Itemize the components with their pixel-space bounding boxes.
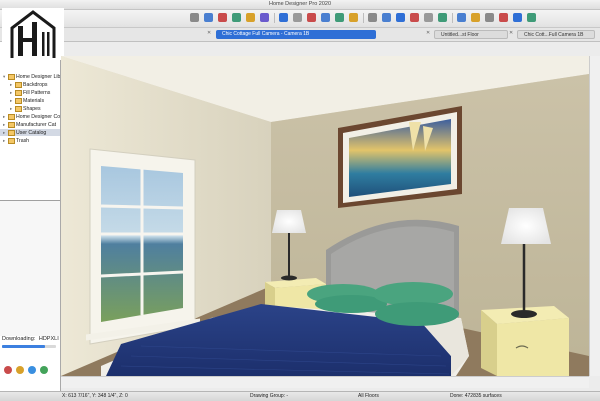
library-item-label: Manufacturer Cat xyxy=(16,122,57,128)
download-status: Downloading: HDPXLI xyxy=(2,336,59,342)
tab-untitled-floor[interactable]: Untitled...st Floor xyxy=(434,30,508,39)
door-icon[interactable] xyxy=(513,13,522,22)
horizontal-scrollbar[interactable] xyxy=(61,376,589,388)
library-item[interactable]: ▸ Home Designer Co xyxy=(0,113,61,120)
library-item-label: Backdrops xyxy=(23,82,48,88)
help-icon[interactable] xyxy=(307,13,316,22)
library-item[interactable]: ▸ Fill Patterns xyxy=(0,89,60,96)
wall-icon[interactable] xyxy=(499,13,508,22)
download-label: Downloading: xyxy=(2,336,36,342)
library-item[interactable]: ▸ Shapes xyxy=(0,105,60,112)
wall-icon[interactable] xyxy=(368,13,377,22)
refresh-icon[interactable] xyxy=(40,366,48,374)
library-item-label: Trash xyxy=(16,138,30,144)
library-item-label: Home Designer Co xyxy=(16,114,61,120)
document-tab-bar: Chic Cottage Full Camera - Camera 1B ✕ U… xyxy=(0,28,600,42)
library-item[interactable]: ▸ Materials xyxy=(0,97,60,104)
close-tab-icon[interactable]: ✕ xyxy=(509,30,513,36)
main-toolbar xyxy=(0,10,600,28)
zoom-icon[interactable] xyxy=(293,13,302,22)
camera-icon[interactable] xyxy=(410,13,419,22)
folder-icon xyxy=(15,105,22,112)
toolbar-separator xyxy=(363,13,364,23)
folder-icon xyxy=(8,121,15,128)
tab-chic-cottage-full[interactable]: Chic Cott...Full Camera 1B xyxy=(517,30,595,39)
window-icon[interactable] xyxy=(396,13,405,22)
folder-icon xyxy=(8,129,15,136)
window xyxy=(86,148,200,345)
vertical-scrollbar[interactable] xyxy=(589,56,600,376)
library-item-label: Home Designer Lib xyxy=(16,74,61,80)
help-icon[interactable] xyxy=(438,13,447,22)
search-icon[interactable] xyxy=(28,366,36,374)
select-icon[interactable] xyxy=(218,13,227,22)
library-item[interactable]: ▾ Home Designer Lib xyxy=(0,73,61,80)
close-tab-icon[interactable]: ✕ xyxy=(426,30,430,36)
folder-icon xyxy=(8,113,15,120)
undo-icon[interactable] xyxy=(457,13,466,22)
folder-icon xyxy=(15,97,22,104)
undo-icon[interactable] xyxy=(321,13,330,22)
window-title: Home Designer Pro 2020 xyxy=(268,1,332,7)
library-item[interactable]: ▸ Backdrops xyxy=(0,81,60,88)
pause-icon[interactable] xyxy=(16,366,24,374)
brand-logo xyxy=(2,8,64,60)
download-value: HDPXLI xyxy=(38,336,59,342)
door-icon[interactable] xyxy=(246,13,255,22)
select-icon[interactable] xyxy=(349,13,358,22)
wall-icon[interactable] xyxy=(232,13,241,22)
tab-chic-cottage-camera[interactable]: Chic Cottage Full Camera - Camera 1B xyxy=(216,30,376,39)
door-icon[interactable] xyxy=(382,13,391,22)
library-item-label: User Catalog xyxy=(16,130,47,136)
redo-icon[interactable] xyxy=(204,13,213,22)
library-item-label: Shapes xyxy=(23,106,41,112)
redo-icon[interactable] xyxy=(335,13,344,22)
camera-icon[interactable] xyxy=(279,13,288,22)
library-item-label: Materials xyxy=(23,98,45,104)
library-item[interactable]: ▸ Trash xyxy=(0,137,60,144)
window-title-bar: Home Designer Pro 2020 xyxy=(0,0,600,10)
3d-camera-view[interactable] xyxy=(61,56,589,376)
toolbar-separator xyxy=(274,13,275,23)
select-icon[interactable] xyxy=(485,13,494,22)
folder-icon xyxy=(8,137,15,144)
toolbar-separator xyxy=(452,13,453,23)
window-icon[interactable] xyxy=(260,13,269,22)
zoom-icon[interactable] xyxy=(424,13,433,22)
library-item[interactable]: ▸ User Catalog xyxy=(0,129,60,136)
window-icon[interactable] xyxy=(527,13,536,22)
folder-icon xyxy=(15,89,22,96)
undo-icon[interactable] xyxy=(190,13,199,22)
library-preview-area xyxy=(0,201,60,336)
library-item[interactable]: ▸ Manufacturer Cat xyxy=(0,121,60,128)
stop-icon[interactable] xyxy=(4,366,12,374)
redo-icon[interactable] xyxy=(471,13,480,22)
download-progress-fill xyxy=(2,345,46,348)
close-tab-icon[interactable]: ✕ xyxy=(207,30,211,36)
folder-icon xyxy=(8,73,15,80)
library-item-label: Fill Patterns xyxy=(23,90,51,96)
folder-icon xyxy=(15,81,22,88)
